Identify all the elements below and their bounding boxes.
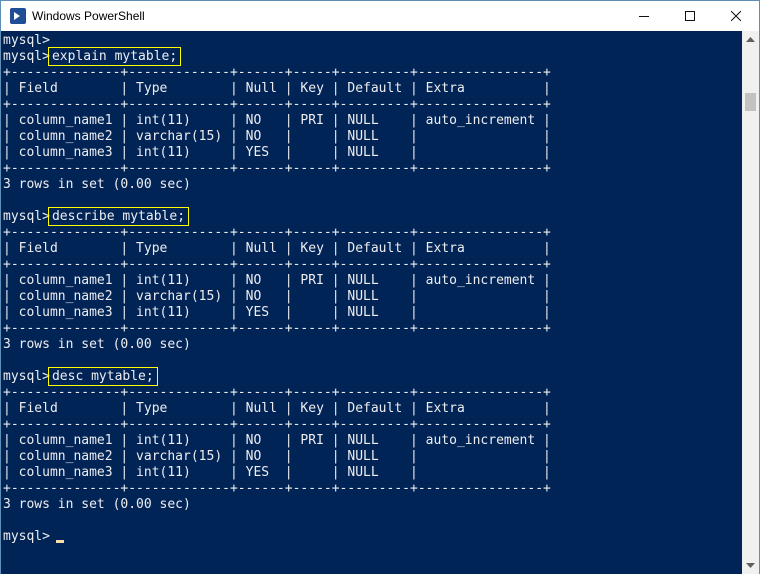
table-row: | column_name1 | int(11) | NO | PRI | NU… bbox=[3, 113, 551, 128]
console-line: mysql> bbox=[3, 33, 50, 48]
result-summary: 3 rows in set (0.00 sec) bbox=[3, 337, 191, 352]
table-row: | column_name1 | int(11) | NO | PRI | NU… bbox=[3, 273, 551, 288]
arrow-up-icon bbox=[746, 36, 755, 42]
table-border: +--------------+-------------+------+---… bbox=[3, 97, 551, 112]
scroll-down-button[interactable] bbox=[742, 557, 759, 574]
table-row: | column_name3 | int(11) | YES | | NULL … bbox=[3, 145, 551, 160]
table-header: | Field | Type | Null | Key | Default | … bbox=[3, 401, 551, 416]
close-icon bbox=[731, 11, 741, 21]
table-border: +--------------+-------------+------+---… bbox=[3, 481, 551, 496]
result-summary: 3 rows in set (0.00 sec) bbox=[3, 177, 191, 192]
maximize-icon bbox=[685, 11, 695, 21]
window-controls bbox=[621, 1, 759, 31]
table-row: | column_name1 | int(11) | NO | PRI | NU… bbox=[3, 433, 551, 448]
active-prompt-line[interactable]: mysql> bbox=[3, 529, 64, 545]
table-border: +--------------+-------------+------+---… bbox=[3, 65, 551, 80]
prompt: mysql> bbox=[3, 369, 50, 384]
powershell-window: Windows PowerShell mysql> mysql> explain … bbox=[0, 0, 760, 574]
console-output[interactable]: mysql> mysql> explain mytable; +---------… bbox=[1, 31, 742, 574]
prompt: mysql> bbox=[3, 529, 50, 544]
table-header: | Field | Type | Null | Key | Default | … bbox=[3, 81, 551, 96]
close-button[interactable] bbox=[713, 1, 759, 31]
highlighted-command: desc mytable; bbox=[47, 367, 158, 386]
table-row: | column_name2 | varchar(15) | NO | | NU… bbox=[3, 129, 551, 144]
command-line: mysql> desc mytable; bbox=[3, 367, 158, 386]
table-border: +--------------+-------------+------+---… bbox=[3, 225, 551, 240]
table-header: | Field | Type | Null | Key | Default | … bbox=[3, 241, 551, 256]
prompt: mysql> bbox=[3, 49, 50, 64]
window-title: Windows PowerShell bbox=[32, 9, 145, 23]
maximize-button[interactable] bbox=[667, 1, 713, 31]
highlighted-command: describe mytable; bbox=[47, 207, 190, 226]
table-border: +--------------+-------------+------+---… bbox=[3, 161, 551, 176]
vertical-scrollbar[interactable] bbox=[742, 31, 759, 574]
scroll-up-button[interactable] bbox=[742, 31, 759, 48]
title-bar[interactable]: Windows PowerShell bbox=[1, 1, 759, 31]
powershell-icon bbox=[10, 8, 26, 24]
text-cursor bbox=[55, 540, 64, 543]
prompt: mysql> bbox=[3, 209, 50, 224]
minimize-icon bbox=[639, 16, 649, 17]
command-line: mysql> explain mytable; bbox=[3, 47, 182, 66]
scroll-thumb[interactable] bbox=[745, 93, 756, 111]
table-border: +--------------+-------------+------+---… bbox=[3, 385, 551, 400]
highlighted-command: explain mytable; bbox=[47, 47, 182, 66]
command-line: mysql> describe mytable; bbox=[3, 207, 190, 226]
table-row: | column_name2 | varchar(15) | NO | | NU… bbox=[3, 289, 551, 304]
table-row: | column_name3 | int(11) | YES | | NULL … bbox=[3, 465, 551, 480]
table-border: +--------------+-------------+------+---… bbox=[3, 417, 551, 432]
result-summary: 3 rows in set (0.00 sec) bbox=[3, 497, 191, 512]
table-row: | column_name2 | varchar(15) | NO | | NU… bbox=[3, 449, 551, 464]
table-row: | column_name3 | int(11) | YES | | NULL … bbox=[3, 305, 551, 320]
arrow-down-icon bbox=[746, 562, 755, 568]
minimize-button[interactable] bbox=[621, 1, 667, 31]
table-border: +--------------+-------------+------+---… bbox=[3, 257, 551, 272]
table-border: +--------------+-------------+------+---… bbox=[3, 321, 551, 336]
